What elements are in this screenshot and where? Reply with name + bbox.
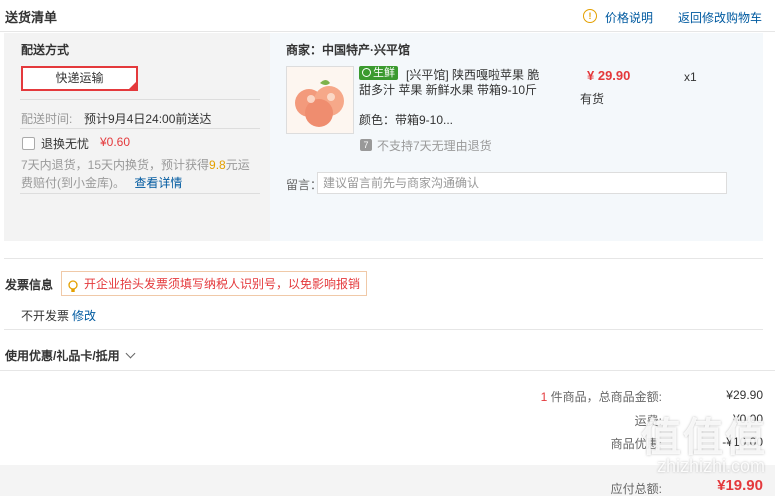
shipping-method-button[interactable]: 快递运输 — [21, 66, 138, 91]
payable-value: ¥19.90 — [717, 477, 763, 494]
fresh-badge: 生鲜 — [359, 66, 398, 80]
insurance-desc-amount: 9.8 — [209, 158, 226, 172]
section-title: 送货清单 — [5, 10, 58, 25]
invoice-edit-link[interactable]: 修改 — [72, 307, 96, 324]
goods-total: ¥29.90 — [726, 388, 763, 402]
product-quantity: x1 — [684, 70, 697, 84]
insurance-description: 7天内退货，15天内换货，预计获得9.8元运 费赔付(到小金库)。 查看详情 — [21, 156, 261, 192]
item-count: 1 — [540, 390, 548, 404]
invoice-divider-bottom — [4, 329, 763, 330]
info-icon: ! — [583, 9, 597, 23]
invoice-tip-text: 开企业抬头发票须填写纳税人识别号，以免影响报销 — [84, 277, 361, 291]
time-divider — [20, 128, 260, 129]
insurance-label: 退换无忧 — [41, 137, 90, 151]
merchant-name: 商家：中国特产·兴平馆 — [286, 43, 410, 57]
back-to-cart-link[interactable]: 返回修改购物车 — [678, 9, 762, 26]
product-image[interactable] — [286, 66, 354, 134]
no-return-icon: 7 — [360, 139, 372, 151]
product-title-line2[interactable]: 甜多汁 苹果 新鲜水果 带箱9-10斤 — [359, 81, 537, 98]
lightbulb-icon — [68, 277, 78, 302]
watermark-url: zhizhizhi.com — [656, 456, 765, 476]
fresh-tag-icon — [362, 68, 371, 77]
stock-status: 有货 — [580, 92, 605, 106]
product-price: ¥ 29.90 — [587, 68, 631, 83]
insurance-detail-link[interactable]: 查看详情 — [134, 176, 182, 190]
insurance-price: ¥0.60 — [100, 135, 131, 149]
shipping-section-label: 配送方式 — [21, 43, 70, 57]
coupon-title: 使用优惠/礼品卡/抵用 — [5, 349, 120, 363]
insurance-divider — [20, 193, 260, 194]
apple-image-icon — [287, 67, 353, 133]
coupon-divider — [0, 370, 775, 371]
invoice-divider-top — [4, 258, 763, 259]
summary-count-line: 1 件商品，总商品金额: — [541, 388, 662, 405]
delivery-time-value: 预计9月4日24:00前送达 — [84, 112, 212, 126]
invoice-tip: 开企业抬头发票须填写纳税人识别号，以免影响报销 — [61, 271, 368, 296]
fresh-tag-label: 生鲜 — [373, 67, 395, 79]
invoice-value: 不开发票 — [21, 309, 70, 323]
invoice-title: 发票信息 — [5, 278, 54, 292]
product-panel — [270, 33, 763, 241]
insurance-desc-tail: 费赔付(到小金库)。 — [21, 176, 125, 190]
color-label: 颜色： — [359, 113, 396, 127]
coupon-toggle[interactable]: 使用优惠/礼品卡/抵用 — [5, 347, 136, 364]
delivery-time-label: 配送时间: — [21, 112, 73, 126]
insurance-desc-unit: 元运 — [225, 158, 250, 172]
watermark-logo: 值值值 — [641, 416, 767, 460]
header-divider — [0, 31, 775, 32]
insurance-checkbox[interactable] — [22, 137, 35, 150]
payable-label: 应付总额: — [610, 482, 662, 496]
chevron-down-icon — [125, 348, 136, 359]
price-info-link[interactable]: 价格说明 — [605, 9, 653, 26]
item-count-label: 件商品，总商品金额: — [550, 390, 662, 404]
return-policy-text: 不支持7天无理由退货 — [377, 139, 492, 153]
shipping-divider — [20, 99, 260, 100]
remark-input[interactable]: 建议留言前先与商家沟通确认 — [317, 172, 727, 194]
color-value: 带箱9-10... — [395, 113, 454, 127]
insurance-desc-text: 7天内退货，15天内换货，预计获得 — [21, 158, 210, 172]
